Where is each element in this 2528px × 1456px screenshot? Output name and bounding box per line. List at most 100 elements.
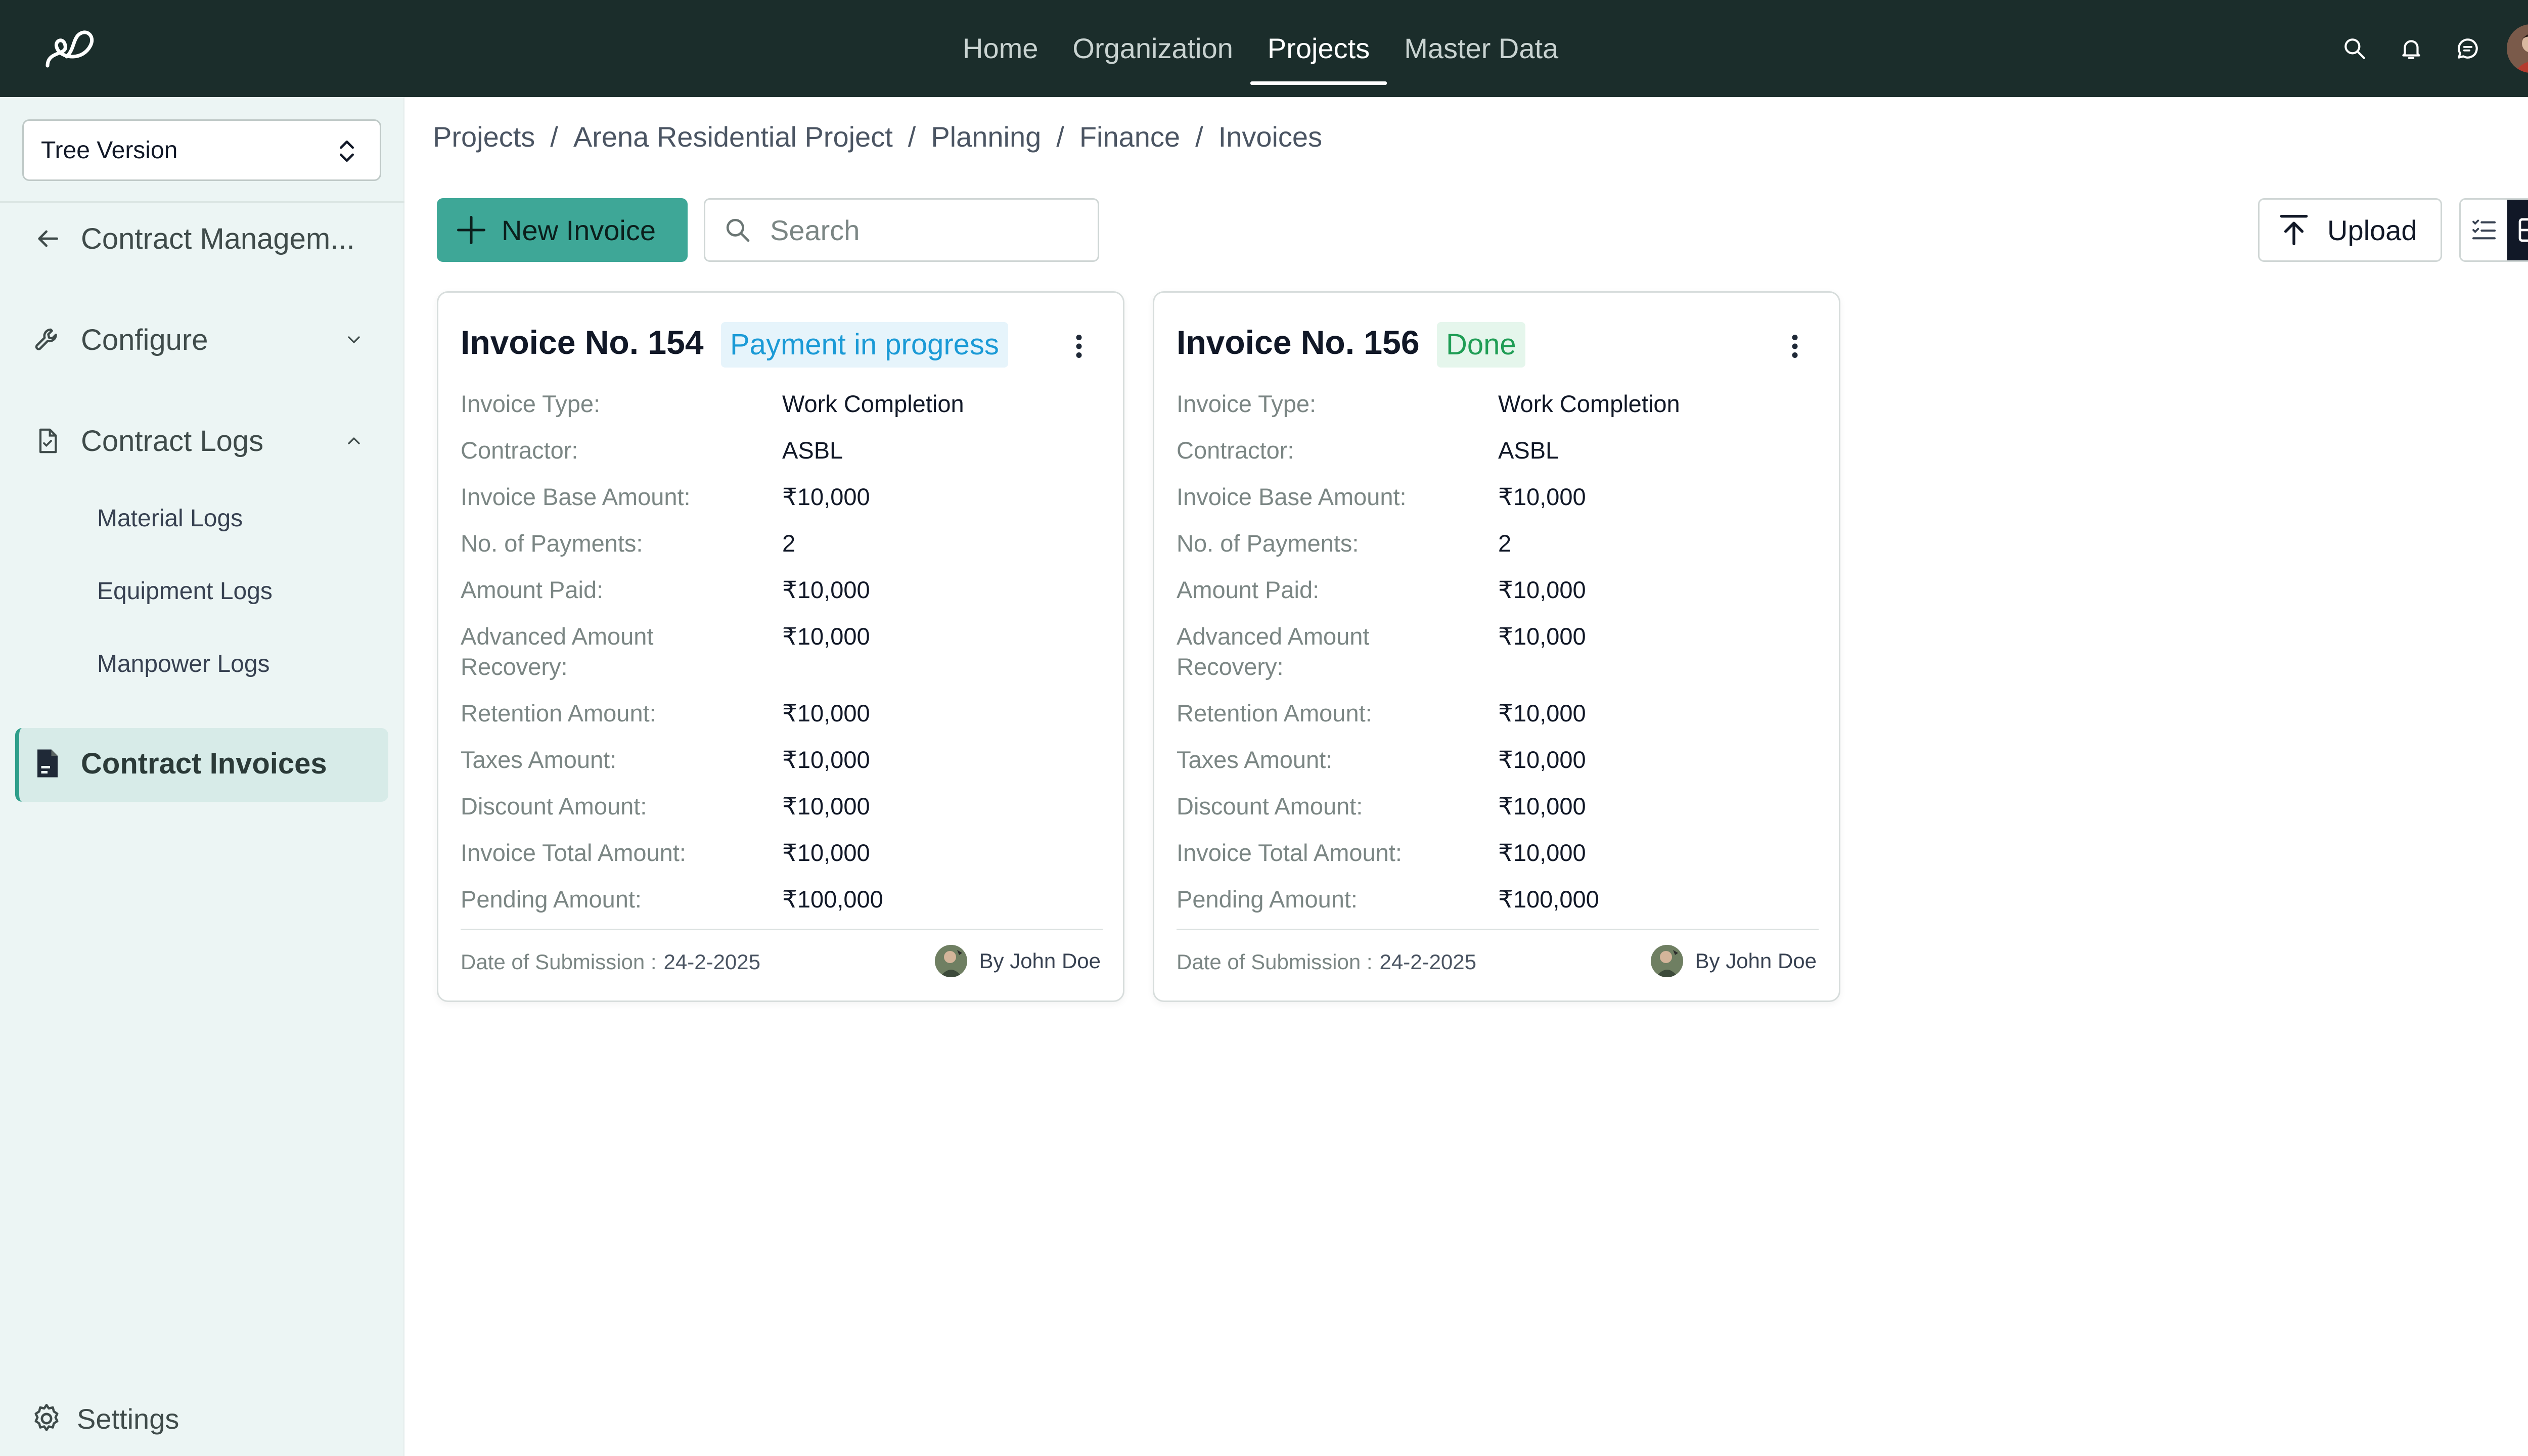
field-value: ₹10,000 <box>782 839 870 866</box>
more-options-icon[interactable] <box>1787 331 1802 361</box>
field-label: Invoice Total Amount: <box>1177 839 1402 866</box>
more-options-icon[interactable] <box>1071 331 1087 361</box>
field-value: ₹10,000 <box>782 483 870 510</box>
search-icon <box>724 216 752 244</box>
bell-icon[interactable] <box>2396 33 2427 64</box>
sidebar-back-contract-management[interactable]: Contract Managem... <box>30 221 355 256</box>
field-label: Advanced Amount Recovery: <box>1177 623 1370 680</box>
sidebar-settings[interactable]: Settings <box>28 1400 179 1437</box>
sidebar-item-manpower-logs[interactable]: Manpower Logs <box>97 650 270 678</box>
header-actions <box>2314 0 2528 97</box>
field-label: Amount Paid: <box>1177 576 1320 603</box>
author-avatar <box>1650 945 1683 977</box>
sidebar-configure-label: Configure <box>81 323 208 356</box>
submission-date: Date of Submission :24-2-2025 <box>461 950 760 974</box>
field-label: Contractor: <box>1177 437 1294 464</box>
sidebar-contract-invoices-label: Contract Invoices <box>81 747 327 780</box>
top-bar: Home Organization Projects Master Data <box>0 0 2528 97</box>
breadcrumb: Projects / Arena Residential Project / P… <box>433 120 1322 153</box>
field-value: ₹10,000 <box>1498 483 1586 510</box>
sidebar: Tree Version Contract Managem... Configu… <box>0 97 404 1456</box>
field-value: ASBL <box>1498 437 1559 464</box>
breadcrumb-planning[interactable]: Planning <box>931 120 1041 153</box>
nav-organization[interactable]: Organization <box>1055 0 1250 97</box>
sidebar-item-contract-invoices[interactable]: Contract Invoices <box>30 746 327 781</box>
field-label: No. of Payments: <box>1177 530 1359 557</box>
breadcrumb-separator: / <box>1195 121 1203 153</box>
upload-button[interactable]: Upload <box>2258 198 2442 262</box>
user-avatar[interactable] <box>2507 24 2528 73</box>
submission-label: Date of Submission : <box>461 950 657 974</box>
sidebar-contract-logs-label: Contract Logs <box>81 424 264 458</box>
field-label: Invoice Type: <box>1177 390 1317 417</box>
submission-value: 24-2-2025 <box>1379 950 1476 974</box>
gear-icon <box>28 1400 65 1437</box>
sidebar-back-label: Contract Managem... <box>81 222 355 255</box>
field-value: 2 <box>1498 530 1512 557</box>
field-value: 2 <box>782 530 796 557</box>
field-label: Pending Amount: <box>1177 886 1358 913</box>
field-value: ASBL <box>782 437 843 464</box>
plus-icon <box>454 213 488 247</box>
nav-master-data[interactable]: Master Data <box>1387 0 1575 97</box>
author-name: By John Doe <box>979 949 1101 973</box>
status-badge: Payment in progress <box>721 322 1008 368</box>
breadcrumb-arena-residential-project[interactable]: Arena Residential Project <box>573 120 893 153</box>
arrow-left-icon <box>30 221 65 256</box>
sidebar-item-material-logs[interactable]: Material Logs <box>97 505 243 532</box>
new-invoice-button[interactable]: New Invoice <box>437 198 688 262</box>
app-logo-icon[interactable] <box>42 25 103 71</box>
field-label: Discount Amount: <box>1177 793 1363 820</box>
submission-date: Date of Submission :24-2-2025 <box>1177 950 1476 974</box>
field-value: Work Completion <box>1498 390 1680 417</box>
field-label: Invoice Total Amount: <box>461 839 686 866</box>
breadcrumb-invoices[interactable]: Invoices <box>1218 120 1322 153</box>
field-label: Taxes Amount: <box>461 746 617 773</box>
invoice-card[interactable]: Invoice No. 156 Done Invoice Type: Work C… <box>1153 291 1840 1002</box>
field-label: Advanced Amount Recovery: <box>461 623 654 680</box>
chevron-up-down-icon <box>334 137 359 165</box>
field-label: Invoice Base Amount: <box>1177 483 1407 510</box>
status-badge: Done <box>1437 322 1525 368</box>
field-value: Work Completion <box>782 390 964 417</box>
breadcrumb-projects[interactable]: Projects <box>433 120 535 153</box>
field-label: Taxes Amount: <box>1177 746 1333 773</box>
invoice-card[interactable]: Invoice No. 154 Payment in progress Invo… <box>437 291 1124 1002</box>
search-input[interactable] <box>770 213 1073 247</box>
nav-projects[interactable]: Projects <box>1250 0 1387 97</box>
list-view-icon <box>2470 216 2498 244</box>
field-label: Amount Paid: <box>461 576 604 603</box>
field-label: Discount Amount: <box>461 793 647 820</box>
field-label: Retention Amount: <box>461 700 656 726</box>
chat-icon[interactable] <box>2452 33 2484 64</box>
breadcrumb-separator: / <box>550 121 558 153</box>
breadcrumb-finance[interactable]: Finance <box>1079 120 1180 153</box>
tree-version-value: Tree Version <box>41 136 178 164</box>
list-view-button[interactable] <box>2461 200 2507 260</box>
field-value: ₹10,000 <box>1498 793 1586 820</box>
card-divider <box>461 929 1103 930</box>
author: By John Doe <box>1650 945 1817 977</box>
sidebar-divider <box>0 201 404 203</box>
grid-view-button[interactable] <box>2507 200 2528 260</box>
upload-label: Upload <box>2327 214 2417 246</box>
field-value: ₹10,000 <box>782 623 870 650</box>
grid-view-icon <box>2516 216 2528 244</box>
search-icon[interactable] <box>2339 33 2370 64</box>
field-label: Invoice Type: <box>461 390 601 417</box>
sidebar-item-contract-logs[interactable]: Contract Logs <box>30 424 384 458</box>
breadcrumb-separator: / <box>908 121 916 153</box>
chevron-down-icon <box>344 330 364 350</box>
nav-home[interactable]: Home <box>945 0 1055 97</box>
chevron-up-icon <box>344 431 364 451</box>
field-value: ₹10,000 <box>1498 839 1586 866</box>
field-value: ₹10,000 <box>1498 623 1586 650</box>
sidebar-item-configure[interactable]: Configure <box>30 323 384 357</box>
sidebar-item-equipment-logs[interactable]: Equipment Logs <box>97 577 273 605</box>
view-toggle <box>2459 198 2528 262</box>
search-box[interactable] <box>704 198 1099 262</box>
tree-version-select[interactable]: Tree Version <box>22 119 381 181</box>
submission-label: Date of Submission : <box>1177 950 1373 974</box>
author-avatar <box>934 945 967 977</box>
field-value: ₹100,000 <box>782 886 883 913</box>
